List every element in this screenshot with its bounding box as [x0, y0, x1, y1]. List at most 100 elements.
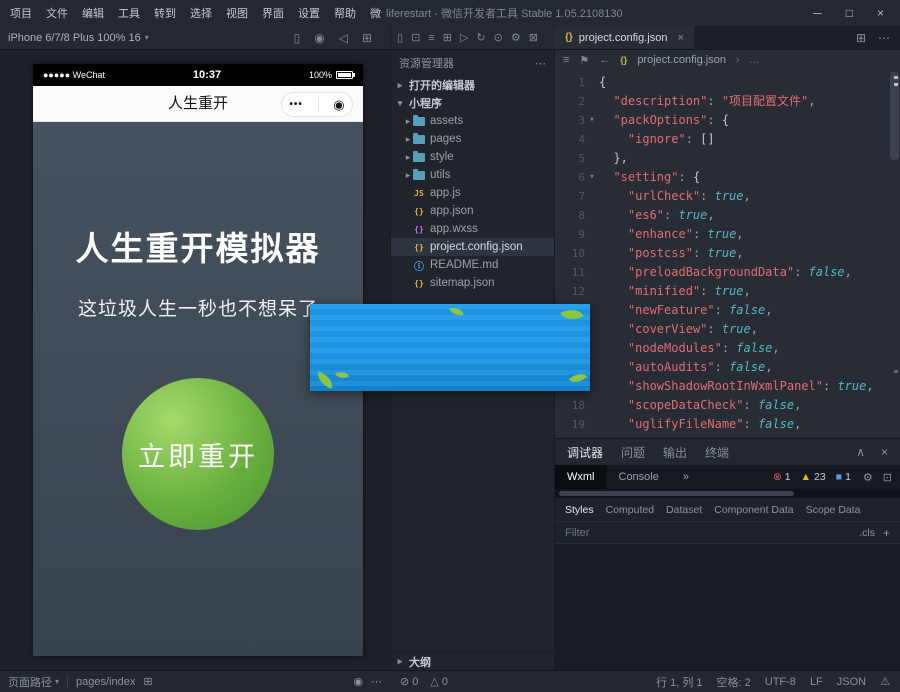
- cursor-position[interactable]: 行 1, 列 1: [656, 674, 702, 690]
- subtab-dataset[interactable]: Dataset: [666, 504, 702, 516]
- capsule-more-button[interactable]: •••: [289, 99, 303, 110]
- tab-debugger[interactable]: 调试器: [567, 444, 603, 461]
- tree-item-utils[interactable]: ▸utils: [391, 166, 554, 184]
- tree-item-app.js[interactable]: JSapp.js: [391, 184, 554, 202]
- menu-project[interactable]: 项目: [10, 5, 32, 21]
- tab-problems[interactable]: 问题: [621, 444, 645, 461]
- code-line[interactable]: 18 "scopeDataCheck": false,: [555, 396, 900, 415]
- record-icon[interactable]: ◉: [314, 31, 324, 45]
- split-editor-icon[interactable]: ⊞: [856, 31, 866, 45]
- warning-count[interactable]: △ 0: [430, 675, 448, 688]
- code-line[interactable]: 11 "preloadBackgroundData": false,: [555, 263, 900, 282]
- miniprogram-root-section[interactable]: ▾ 小程序: [391, 94, 554, 112]
- code-line[interactable]: 16 "autoAudits": false,: [555, 358, 900, 377]
- code-line[interactable]: 9 "enhance": true,: [555, 225, 900, 244]
- tree-item-pages[interactable]: ▸pages: [391, 130, 554, 148]
- rotate-icon[interactable]: ◁: [339, 31, 348, 45]
- code-line[interactable]: 5 },: [555, 149, 900, 168]
- eye-icon[interactable]: ◉: [353, 675, 363, 688]
- tab-wxml[interactable]: Wxml: [555, 465, 607, 489]
- code-line[interactable]: 12 "minified": true,: [555, 282, 900, 301]
- breadcrumb-file[interactable]: project.config.json: [637, 54, 726, 66]
- gear-icon[interactable]: ⚙: [863, 471, 873, 484]
- alert-icon[interactable]: ⚠: [880, 675, 890, 688]
- code-line[interactable]: 13 "newFeature": false,: [555, 301, 900, 320]
- open-editors-section[interactable]: ▸ 打开的编辑器: [391, 76, 554, 94]
- fold-icon[interactable]: ▾: [585, 168, 599, 187]
- refresh-icon[interactable]: ↻: [476, 31, 485, 44]
- code-line[interactable]: 17 "showShadowRootInWxmlPanel": true,: [555, 377, 900, 396]
- maximize-button[interactable]: □: [846, 6, 853, 20]
- menu-settings[interactable]: 设置: [298, 5, 320, 21]
- tab-console[interactable]: Console: [607, 465, 671, 489]
- compile-icon[interactable]: ▷: [460, 31, 468, 44]
- code-line[interactable]: 14 "coverView": true,: [555, 320, 900, 339]
- tab-project-config-json[interactable]: {} project.config.json ×: [555, 26, 694, 49]
- indentation[interactable]: 空格: 2: [717, 674, 751, 690]
- cls-toggle[interactable]: .cls: [859, 527, 875, 539]
- info-count-badge[interactable]: ■1: [836, 471, 851, 483]
- capsule-home-button[interactable]: ◉: [333, 97, 344, 113]
- menu-wechat-devtools[interactable]: 微信开发者工具: [370, 5, 382, 21]
- bookmark-icon[interactable]: ⚑: [579, 54, 589, 67]
- device-selector[interactable]: iPhone 6/7/8 Plus 100% 16 ▾: [8, 32, 149, 44]
- phone-frame-icon[interactable]: ▯: [294, 31, 301, 45]
- settings-icon[interactable]: ⚙: [511, 31, 521, 44]
- close-button[interactable]: ×: [877, 6, 884, 20]
- menu-help[interactable]: 帮助: [334, 5, 356, 21]
- code-line[interactable]: 3▾ "packOptions": {: [555, 111, 900, 130]
- tab-overflow[interactable]: »: [671, 465, 701, 489]
- code-line[interactable]: 4 "ignore": []: [555, 130, 900, 149]
- menu-view[interactable]: 视图: [226, 5, 248, 21]
- tree-item-assets[interactable]: ▸assets: [391, 112, 554, 130]
- editor-toggle-icon[interactable]: ⊡: [411, 31, 420, 44]
- add-style-icon[interactable]: +: [883, 526, 890, 540]
- scrollbar-thumb[interactable]: [559, 491, 794, 496]
- eol[interactable]: LF: [810, 674, 823, 690]
- code-line[interactable]: 8 "es6": true,: [555, 206, 900, 225]
- menu-file[interactable]: 文件: [46, 5, 68, 21]
- close-tab-icon[interactable]: ×: [677, 32, 683, 44]
- code-editor[interactable]: 1{2 "description": "项目配置文件",3▾ "packOpti…: [555, 70, 900, 438]
- tree-item-app.wxss[interactable]: {}app.wxss: [391, 220, 554, 238]
- subtab-scope-data[interactable]: Scope Data: [806, 504, 861, 516]
- menu-interface[interactable]: 界面: [262, 5, 284, 21]
- minimize-button[interactable]: ─: [813, 6, 822, 20]
- error-count[interactable]: ⊘ 0: [400, 675, 418, 688]
- restart-button[interactable]: 立即重开: [122, 378, 274, 530]
- code-line[interactable]: 6▾ "setting": {: [555, 168, 900, 187]
- code-line[interactable]: 1{: [555, 73, 900, 92]
- tree-item-sitemap.json[interactable]: {}sitemap.json: [391, 274, 554, 292]
- code-line[interactable]: 10 "postcss": true,: [555, 244, 900, 263]
- dock-side-icon[interactable]: ⊡: [883, 471, 892, 484]
- more-icon[interactable]: ⋯: [535, 57, 546, 70]
- encoding[interactable]: UTF-8: [765, 674, 796, 690]
- back-icon[interactable]: ←: [599, 54, 610, 66]
- simulator-toggle-icon[interactable]: ▯: [397, 31, 403, 44]
- tree-item-app.json[interactable]: {}app.json: [391, 202, 554, 220]
- more-actions-icon[interactable]: ⋯: [878, 31, 890, 45]
- more-icon[interactable]: ⋯: [371, 675, 382, 688]
- page-path-selector[interactable]: 页面路径 ▾: [8, 674, 59, 690]
- code-line[interactable]: 7 "urlCheck": true,: [555, 187, 900, 206]
- filter-input[interactable]: [565, 527, 851, 539]
- subtab-computed[interactable]: Computed: [606, 504, 654, 516]
- multi-screen-icon[interactable]: ⊞: [362, 31, 372, 45]
- visual-panel-icon[interactable]: ⊞: [443, 31, 452, 44]
- subtab-styles[interactable]: Styles: [565, 504, 594, 516]
- outline-list-icon[interactable]: ≡: [563, 54, 569, 66]
- error-count-badge[interactable]: ⊗1: [773, 471, 791, 483]
- language-mode[interactable]: JSON: [837, 674, 866, 690]
- tree-item-README.md[interactable]: ⓘREADME.md: [391, 256, 554, 274]
- debugger-toggle-icon[interactable]: ≡: [428, 32, 434, 44]
- outline-section[interactable]: ▸ 大纲: [391, 652, 554, 670]
- more-panels-icon[interactable]: ⊠: [529, 31, 538, 44]
- fold-icon[interactable]: ▾: [585, 111, 599, 130]
- collapse-panel-icon[interactable]: ∧: [856, 445, 865, 459]
- breadcrumb-more[interactable]: ...: [750, 54, 759, 66]
- menu-goto[interactable]: 转到: [154, 5, 176, 21]
- tab-terminal[interactable]: 终端: [705, 444, 729, 461]
- tab-output[interactable]: 输出: [663, 444, 687, 461]
- menu-selection[interactable]: 选择: [190, 5, 212, 21]
- subtab-component-data[interactable]: Component Data: [714, 504, 793, 516]
